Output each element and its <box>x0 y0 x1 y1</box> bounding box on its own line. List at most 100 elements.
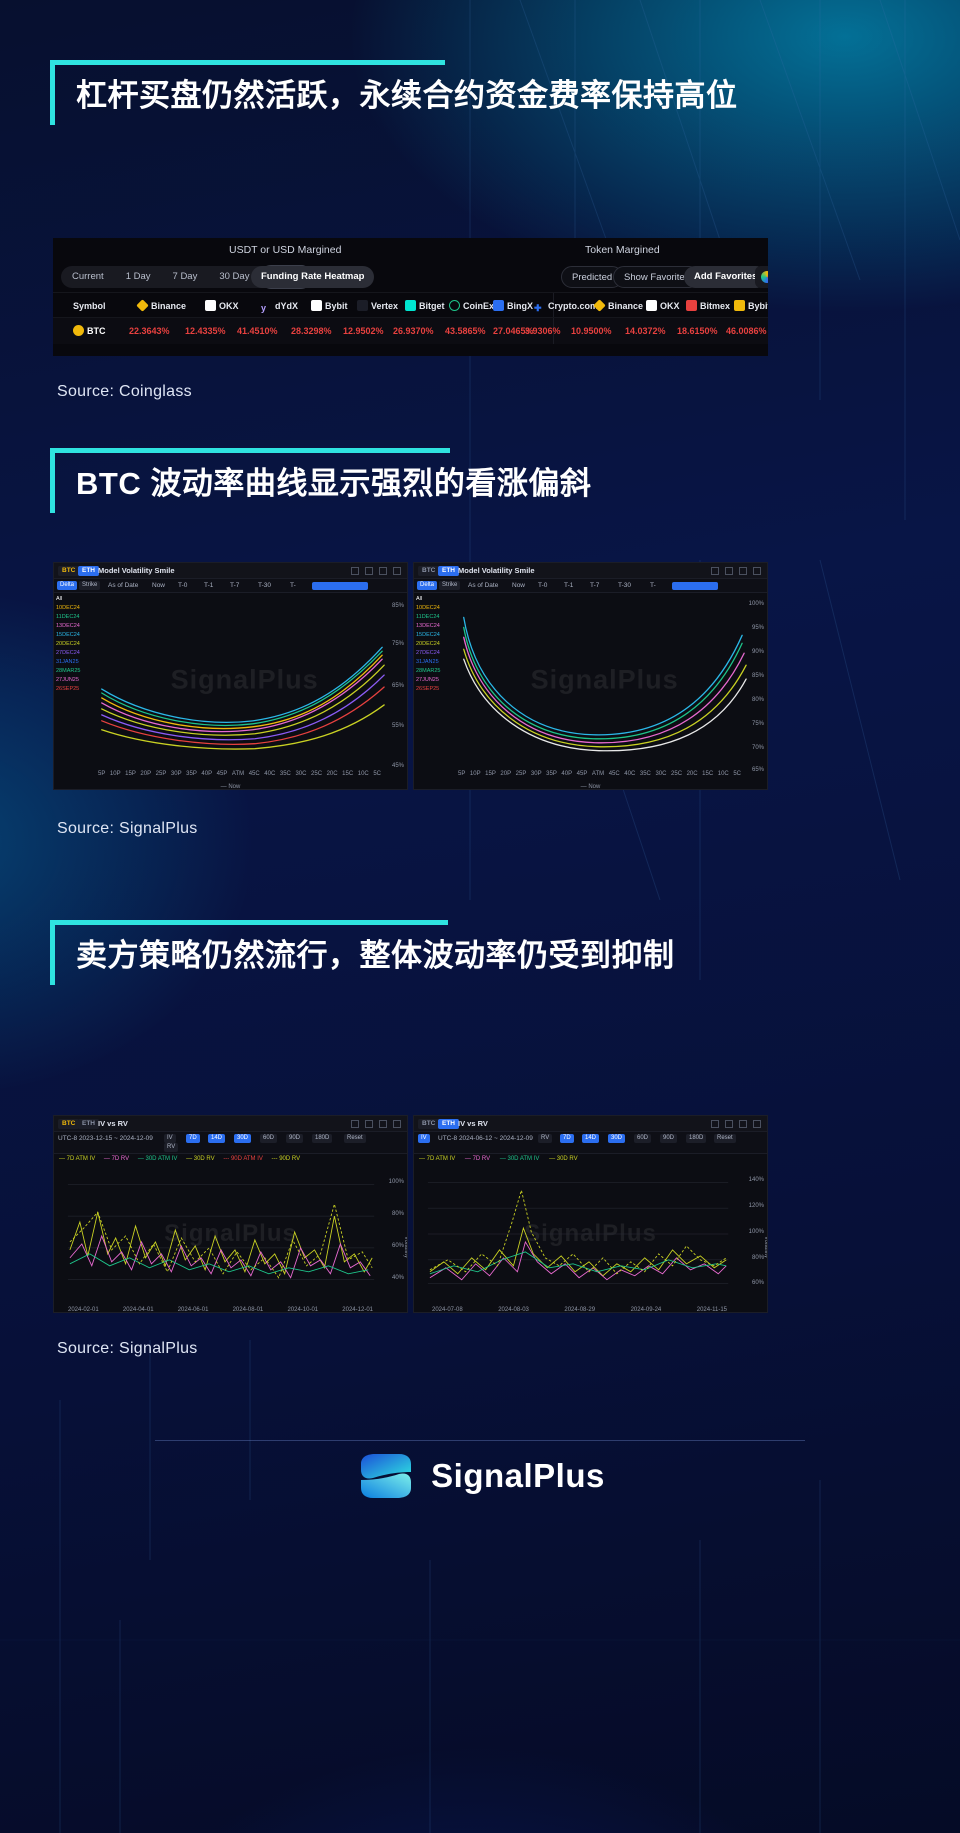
ivrv-eth-x-ticks: 2024-07-08 2024-08-03 2024-08-29 2024-09-2… <box>432 1307 727 1313</box>
funding-rate-bybit: 28.3298% <box>291 326 332 336</box>
bucket-30d[interactable]: 30D <box>234 1134 252 1143</box>
ivrv-btc-y-axis-label: Volatility <box>402 1235 407 1258</box>
tag-t1-2[interactable]: T-1 <box>564 582 573 589</box>
close-icon-4[interactable] <box>753 1120 761 1128</box>
chip-eth[interactable]: ETH <box>78 566 99 576</box>
close-icon-2[interactable] <box>753 567 761 575</box>
fullscreen-icon[interactable] <box>379 567 387 575</box>
strike-toggle-2[interactable]: Strike <box>439 581 461 590</box>
funding-rate-binance-token: 10.9500% <box>571 326 612 336</box>
tag-t0[interactable]: T-0 <box>178 582 187 589</box>
funding-rate-okx: 12.4335% <box>185 326 226 336</box>
tag-t30-2[interactable]: T-30 <box>618 582 631 589</box>
chip-btc[interactable]: BTC <box>58 566 80 576</box>
fullscreen-icon-2[interactable] <box>739 567 747 575</box>
close-icon-3[interactable] <box>393 1120 401 1128</box>
bucket-7d[interactable]: 7D <box>186 1134 200 1143</box>
export-icon-4[interactable] <box>711 1120 719 1128</box>
coinglass-toolbar[interactable]: Current 1 Day 7 Day 30 Day 1 Year Fundin… <box>53 265 768 292</box>
export-icon-3[interactable] <box>351 1120 359 1128</box>
signalplus-btc-iv-rv-panel[interactable]: BTC ETH IV vs RV UTC-8 2023-12-15 ~ 2024… <box>53 1115 408 1313</box>
bucket-90d[interactable]: 90D <box>286 1134 304 1143</box>
tag-t-other[interactable]: T- <box>290 582 296 589</box>
rv-column-label[interactable]: RV <box>164 1143 179 1152</box>
delta-toggle-2[interactable]: Delta <box>417 581 438 590</box>
smile-eth-y-tick-4: 85% <box>751 673 764 679</box>
smile-eth-y-tick-5: 80% <box>751 697 764 703</box>
funding-rate-heatmap-button[interactable]: Funding Rate Heatmap <box>251 266 375 288</box>
eth-bucket-14d[interactable]: 14D <box>582 1134 600 1143</box>
tag-now[interactable]: Now <box>152 582 165 589</box>
tag-t30[interactable]: T-30 <box>258 582 271 589</box>
table-row-btc[interactable]: BTC 22.3643% 12.4335% 41.4510% 28.3298% … <box>53 318 768 344</box>
tag-t0-2[interactable]: T-0 <box>538 582 547 589</box>
ivrv-eth-iv-toggle[interactable]: IV <box>418 1134 430 1143</box>
smile-eth-controls[interactable]: Delta Strike As of Date Now T-0 T-1 T-7 … <box>414 579 767 593</box>
brand-footer: SignalPlus <box>0 1452 960 1500</box>
strike-toggle[interactable]: Strike <box>79 581 101 590</box>
fullscreen-icon-4[interactable] <box>739 1120 747 1128</box>
eth-reset-button[interactable]: Reset <box>714 1134 736 1143</box>
smile-eth-y-tick-1: 100% <box>748 601 764 607</box>
tag-t7-2[interactable]: T-7 <box>590 582 599 589</box>
eth-bucket-180d[interactable]: 180D <box>686 1134 707 1143</box>
tag-now-2[interactable]: Now <box>512 582 525 589</box>
info-icon-2[interactable] <box>725 567 733 575</box>
ivrv-eth-y-tick-2: 120% <box>748 1203 764 1209</box>
signalplus-eth-iv-rv-panel[interactable]: BTC ETH IV vs RV IV UTC-8 2024-06-12 ~ 2… <box>413 1115 768 1313</box>
ivrv-eth-titlebar: BTC ETH IV vs RV <box>414 1116 767 1132</box>
chip-eth-3[interactable]: ETH <box>78 1119 99 1129</box>
ivrv-btc-y-tick-1: 100% <box>388 1179 404 1185</box>
signalplus-eth-volatility-smile-panel[interactable]: BTC ETH Model Volatility Smile Delta Str… <box>413 562 768 790</box>
timeframe-7day[interactable]: 7 Day <box>162 266 209 288</box>
ivrv-btc-y-tick-2: 80% <box>391 1211 404 1217</box>
reset-button[interactable]: Reset <box>344 1134 366 1143</box>
ivrv-btc-title: IV vs RV <box>98 1119 128 1128</box>
tag-t1[interactable]: T-1 <box>204 582 213 589</box>
eth-bucket-30d[interactable]: 30D <box>608 1134 626 1143</box>
headline-text-2: BTC 波动率曲线显示强烈的看涨偏斜 <box>76 466 592 501</box>
tag-t7[interactable]: T-7 <box>230 582 239 589</box>
export-icon-2[interactable] <box>711 567 719 575</box>
eth-bucket-60d[interactable]: 60D <box>634 1134 652 1143</box>
eth-bucket-7d[interactable]: 7D <box>560 1134 574 1143</box>
close-icon[interactable] <box>393 567 401 575</box>
smile-eth-footer-legend: — Now <box>580 784 601 790</box>
signalplus-btc-volatility-smile-panel[interactable]: BTC ETH Model Volatility Smile Delta Str… <box>53 562 408 790</box>
accent-bar-vertical-2 <box>50 448 55 513</box>
export-icon[interactable] <box>351 567 359 575</box>
ivrv-eth-controls[interactable]: IV UTC-8 2024-06-12 ~ 2024-12-09 RV 7D 1… <box>414 1132 767 1154</box>
ivrv-btc-controls[interactable]: UTC-8 2023-12-15 ~ 2024-12-09 IV RV 7D 1… <box>54 1132 407 1154</box>
bucket-180d[interactable]: 180D <box>312 1134 333 1143</box>
fullscreen-icon-3[interactable] <box>379 1120 387 1128</box>
chip-btc-3[interactable]: BTC <box>58 1119 80 1129</box>
timeframe-1day[interactable]: 1 Day <box>115 266 162 288</box>
color-palette-icon[interactable] <box>755 266 768 288</box>
funding-rate-cryptocom: 3.9306% <box>525 326 561 336</box>
delta-toggle[interactable]: Delta <box>57 581 78 590</box>
headline-text: 杠杆买盘仍然活跃，永续合约资金费率保持高位 <box>76 78 738 113</box>
smile-btc-controls[interactable]: Delta Strike As of Date Now T-0 T-1 T-7 … <box>54 579 407 593</box>
chip-btc-4[interactable]: BTC <box>418 1119 440 1129</box>
column-coinex: CoinEx <box>449 293 494 319</box>
info-icon-4[interactable] <box>725 1120 733 1128</box>
chip-eth-2[interactable]: ETH <box>438 566 459 576</box>
chip-btc-2[interactable]: BTC <box>418 566 440 576</box>
chip-eth-4[interactable]: ETH <box>438 1119 459 1129</box>
bucket-60d[interactable]: 60D <box>260 1134 278 1143</box>
ivrv-btc-y-tick-4: 40% <box>391 1275 404 1281</box>
coinglass-funding-rate-widget[interactable]: USDT or USD Margined Token Margined Curr… <box>53 238 768 356</box>
eth-bucket-90d[interactable]: 90D <box>660 1134 678 1143</box>
bucket-14d[interactable]: 14D <box>208 1134 226 1143</box>
info-icon-3[interactable] <box>365 1120 373 1128</box>
timeframe-current[interactable]: Current <box>61 266 115 288</box>
ivrv-eth-rv-label[interactable]: RV <box>538 1134 553 1143</box>
funding-rate-coinex: 43.5865% <box>445 326 486 336</box>
iv-column-label[interactable]: IV <box>164 1134 176 1143</box>
date-slider-2[interactable] <box>672 582 718 590</box>
info-icon[interactable] <box>365 567 373 575</box>
tag-t-other-2[interactable]: T- <box>650 582 656 589</box>
column-cryptocom: ✚ Crypto.com <box>534 293 598 319</box>
funding-rate-binance: 22.3643% <box>129 326 170 336</box>
date-slider[interactable] <box>312 582 368 590</box>
